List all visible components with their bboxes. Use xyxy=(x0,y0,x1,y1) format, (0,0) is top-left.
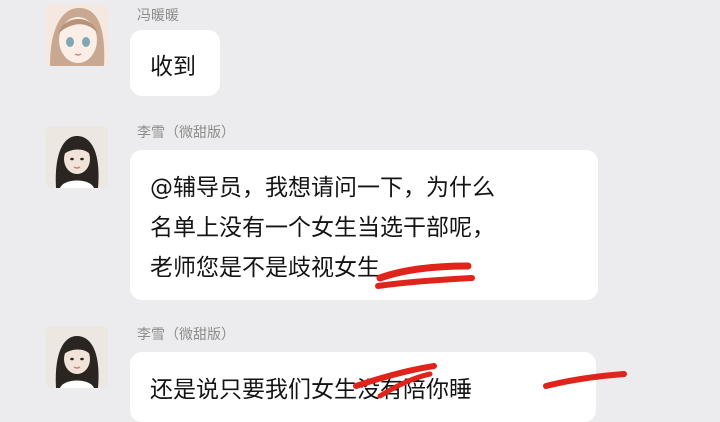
message-text: @辅导员，我想请问一下，为什么 xyxy=(150,175,495,201)
anime-girl-avatar-icon xyxy=(46,4,108,66)
girl-photo-avatar-icon xyxy=(46,126,108,188)
sender-name: 冯暖暖 xyxy=(137,8,179,24)
message-text: 收到 xyxy=(150,54,196,80)
avatar[interactable] xyxy=(46,326,108,388)
sender-name: 李雪（微甜版） xyxy=(137,327,235,343)
avatar[interactable] xyxy=(46,4,108,66)
message-text: 还是说只要我们女生没有陪你睡 xyxy=(150,377,472,403)
message-bubble[interactable]: 收到 xyxy=(130,30,220,96)
girl-photo-avatar-icon xyxy=(46,326,108,388)
sender-name: 李雪（微甜版） xyxy=(137,125,235,141)
message-text: 名单上没有一个女生当选干部呢， xyxy=(150,215,495,241)
avatar[interactable] xyxy=(46,126,108,188)
message-bubble[interactable]: @辅导员，我想请问一下，为什么 名单上没有一个女生当选干部呢， 老师您是不是歧视… xyxy=(130,150,598,300)
message-bubble[interactable]: 还是说只要我们女生没有陪你睡 xyxy=(130,352,596,422)
message-text: 老师您是不是歧视女生 xyxy=(150,255,380,281)
